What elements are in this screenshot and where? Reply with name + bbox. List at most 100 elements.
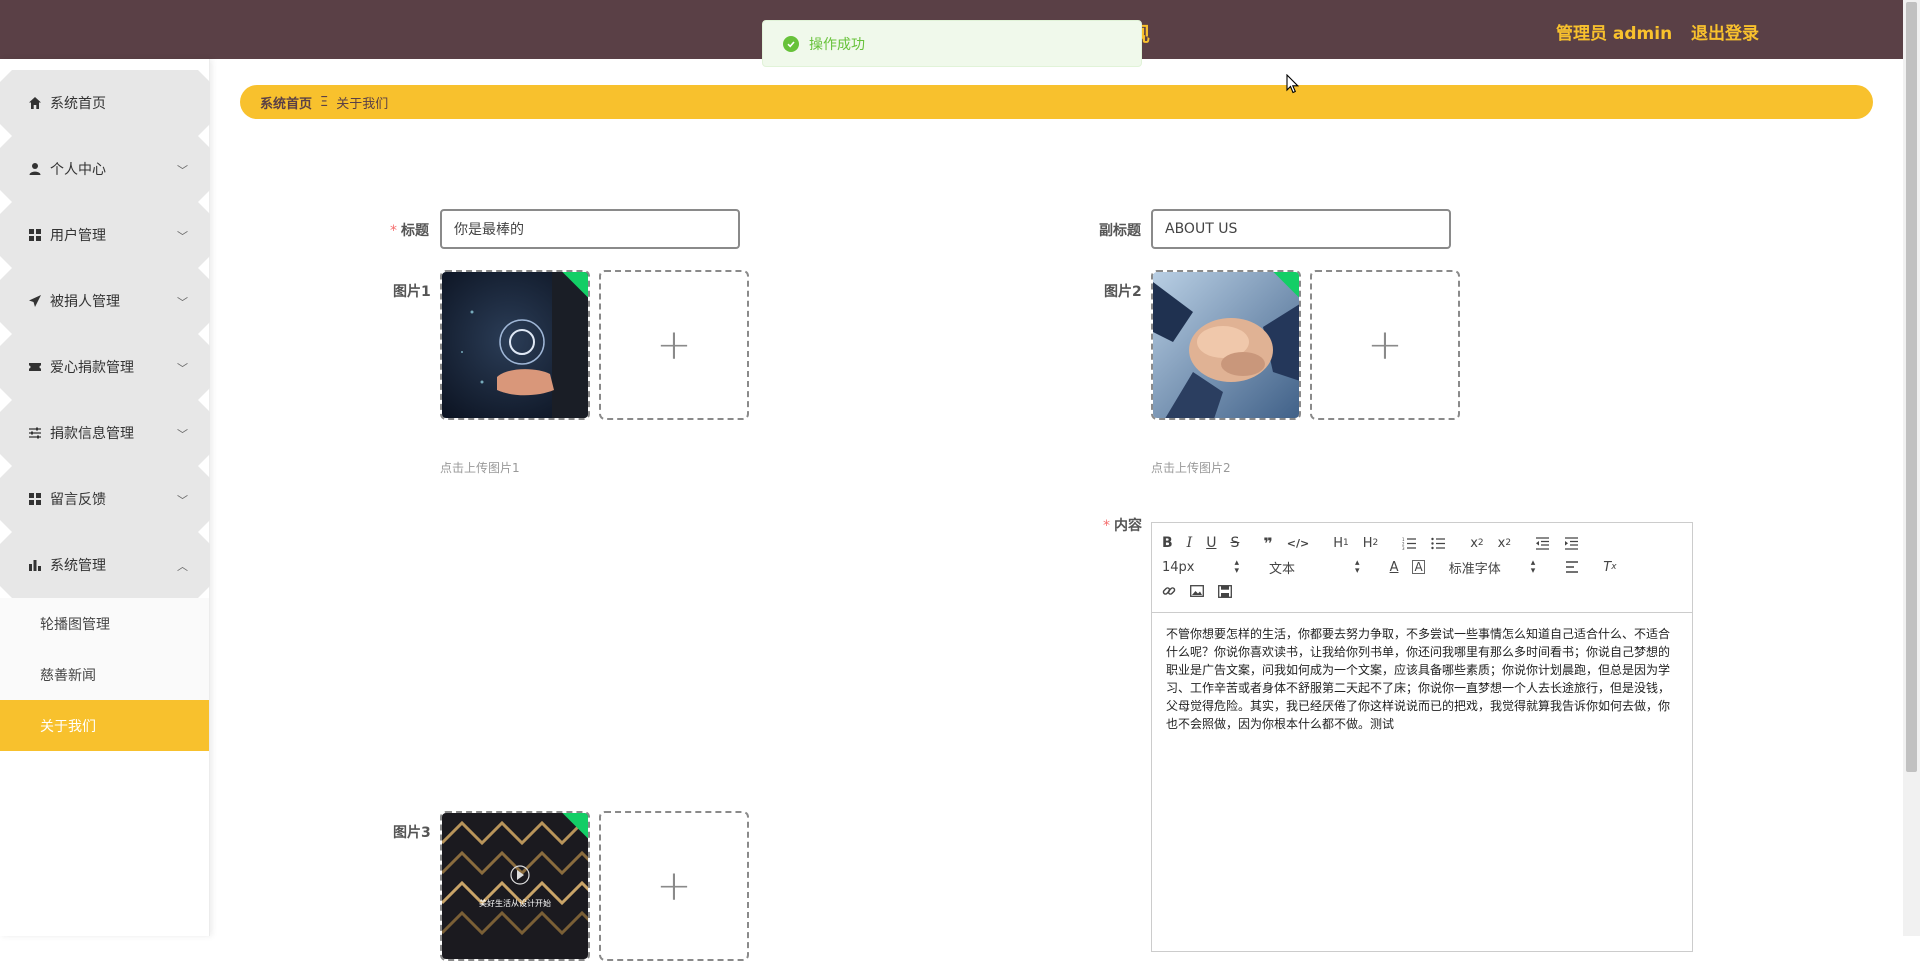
sidebar: 系统首页 个人中心 ﹀ 用户管理 ﹀ 被捐人管理 ﹀ 爱心捐款管理 ﹀ 捐款信息… <box>0 59 210 936</box>
sidebar-item-label: 个人中心 <box>50 162 106 178</box>
rich-text-editor: B I U S ❞ </> H1 H2 123 x2 x2 14px ▴ ▾ 文… <box>1151 522 1693 952</box>
svg-text:3: 3 <box>1402 546 1405 550</box>
heading1-icon[interactable]: H1 <box>1333 536 1349 551</box>
sidebar-item-recipient-management[interactable]: 被捐人管理 ﹀ <box>0 268 210 334</box>
picture3-thumbnail[interactable]: 美好生活从设计开始 <box>440 811 590 961</box>
sidebar-item-feedback[interactable]: 留言反馈 ﹀ <box>0 466 210 532</box>
editor-content-area[interactable]: 不管你想要怎样的生活，你都要去努力争取，不多尝试一些事情怎么知道自己适合什么、不… <box>1152 613 1692 745</box>
team-hands-image <box>1153 272 1299 418</box>
sidebar-item-label: 留言反馈 <box>50 492 106 508</box>
font-family-select[interactable]: 标准字体 ▴ ▾ <box>1449 558 1536 576</box>
heading2-icon[interactable]: H2 <box>1363 536 1379 551</box>
breadcrumb-separator: Ξ <box>320 94 329 110</box>
bar-chart-icon <box>28 558 42 572</box>
scrollbar-thumb[interactable] <box>1906 2 1917 772</box>
picture2-field-label: 图片2 <box>1104 284 1142 300</box>
check-circle-icon <box>783 35 799 52</box>
link-icon[interactable] <box>1162 584 1176 598</box>
blockquote-icon[interactable]: ❞ <box>1263 534 1272 553</box>
sidebar-item-home[interactable]: 系统首页 <box>0 70 210 136</box>
sidebar-item-donation-info-management[interactable]: 捐款信息管理 ﹀ <box>0 400 210 466</box>
grid-icon <box>28 228 42 242</box>
sidebar-item-label: 用户管理 <box>50 228 106 244</box>
sliders-icon <box>28 426 42 440</box>
chevron-down-icon: ﹀ <box>177 428 188 441</box>
picture3-field-label: 图片3 <box>393 825 431 841</box>
sidebar-item-personal-center[interactable]: 个人中心 ﹀ <box>0 136 210 202</box>
picture2-upload-tip: 点击上传图片2 <box>1151 461 1231 475</box>
sidebar-item-label: 爱心捐款管理 <box>50 360 134 376</box>
bullet-list-icon[interactable] <box>1431 537 1446 550</box>
success-toast: 操作成功 <box>762 20 1142 67</box>
font-size-select[interactable]: 14px ▴ ▾ <box>1162 558 1239 575</box>
picture1-thumbnail[interactable] <box>440 270 590 420</box>
page-scrollbar[interactable] <box>1903 0 1920 936</box>
indent-icon[interactable] <box>1564 536 1579 550</box>
italic-icon[interactable]: I <box>1187 535 1193 551</box>
chevron-down-icon: ﹀ <box>177 230 188 243</box>
plus-icon: + <box>1367 320 1403 369</box>
bold-icon[interactable]: B <box>1162 535 1173 551</box>
sidebar-item-label: 系统管理 <box>50 558 106 574</box>
chevron-down-icon: ﹀ <box>177 362 188 375</box>
chevron-down-icon: ﹀ <box>177 494 188 507</box>
block-format-select[interactable]: 文本 ▴ ▾ <box>1269 558 1360 576</box>
sidebar-subitem-charity-news[interactable]: 慈善新闻 <box>0 649 209 700</box>
picture3-overlay-text: 美好生活从设计开始 <box>479 899 551 908</box>
grid-icon <box>28 492 42 506</box>
strikethrough-icon[interactable]: S <box>1230 535 1239 551</box>
required-asterisk: * <box>1103 518 1110 534</box>
sidebar-item-label: 系统首页 <box>50 96 106 112</box>
ticket-icon <box>28 360 42 374</box>
clear-format-icon[interactable]: Tx <box>1603 560 1616 575</box>
picture2-upload-button[interactable]: + <box>1310 270 1460 420</box>
video-icon[interactable] <box>1218 584 1232 598</box>
picture2-thumbnail[interactable] <box>1151 270 1301 420</box>
superscript-icon[interactable]: x2 <box>1498 536 1511 551</box>
breadcrumb: 系统首页 Ξ 关于我们 <box>240 85 1873 119</box>
sidebar-subitem-about-us[interactable]: 关于我们 <box>0 700 209 751</box>
sidebar-item-system-management[interactable]: 系统管理 ︿ <box>0 532 210 598</box>
user-icon <box>28 162 42 176</box>
required-asterisk: * <box>390 223 397 239</box>
subscript-icon[interactable]: x2 <box>1470 536 1483 551</box>
sidebar-subitem-carousel[interactable]: 轮播图管理 <box>0 598 209 649</box>
picture1-upload-tip: 点击上传图片1 <box>440 461 520 475</box>
gold-pattern-image <box>442 813 588 959</box>
font-color-icon[interactable]: A <box>1390 560 1399 575</box>
breadcrumb-home-link[interactable]: 系统首页 <box>260 93 312 112</box>
editor-toolbar: B I U S ❞ </> H1 H2 123 x2 x2 14px ▴ ▾ 文… <box>1152 523 1692 613</box>
sidebar-item-donation-management[interactable]: 爱心捐款管理 ﹀ <box>0 334 210 400</box>
sidebar-item-label: 捐款信息管理 <box>50 426 134 442</box>
image-icon[interactable] <box>1190 585 1204 597</box>
mouse-cursor-icon <box>1286 74 1300 94</box>
subtitle-field-label: 副标题 <box>1099 223 1141 239</box>
picture3-upload-button[interactable]: + <box>599 811 749 961</box>
picture1-field-label: 图片1 <box>393 284 431 300</box>
logout-link[interactable]: 退出登录 <box>1691 19 1759 44</box>
chevron-down-icon: ﹀ <box>177 164 188 177</box>
underline-icon[interactable]: U <box>1206 535 1216 551</box>
chevron-down-icon: ﹀ <box>177 296 188 309</box>
picture1-upload-button[interactable]: + <box>599 270 749 420</box>
title-input[interactable]: 你是最棒的 <box>440 209 740 249</box>
plus-icon: + <box>656 320 692 369</box>
background-color-icon[interactable]: A <box>1412 560 1425 574</box>
title-field-label: * 标题 <box>390 223 429 239</box>
paper-plane-icon <box>28 294 42 308</box>
code-block-icon[interactable]: </> <box>1287 537 1309 550</box>
admin-user-label: 管理员 admin <box>1556 24 1673 44</box>
subtitle-input[interactable]: ABOUT US <box>1151 209 1451 249</box>
toast-message: 操作成功 <box>809 36 865 53</box>
outdent-icon[interactable] <box>1535 536 1550 550</box>
sidebar-item-user-management[interactable]: 用户管理 ﹀ <box>0 202 210 268</box>
ordered-list-icon[interactable]: 123 <box>1402 537 1417 550</box>
breadcrumb-current: 关于我们 <box>336 96 389 112</box>
chevron-up-icon: ︿ <box>177 560 188 573</box>
sidebar-item-label: 被捐人管理 <box>50 294 120 310</box>
plus-icon: + <box>656 861 692 910</box>
align-icon[interactable] <box>1565 561 1579 573</box>
home-icon <box>28 96 42 110</box>
content-field-label: * 内容 <box>1103 518 1142 534</box>
hand-lock-image <box>442 272 588 418</box>
